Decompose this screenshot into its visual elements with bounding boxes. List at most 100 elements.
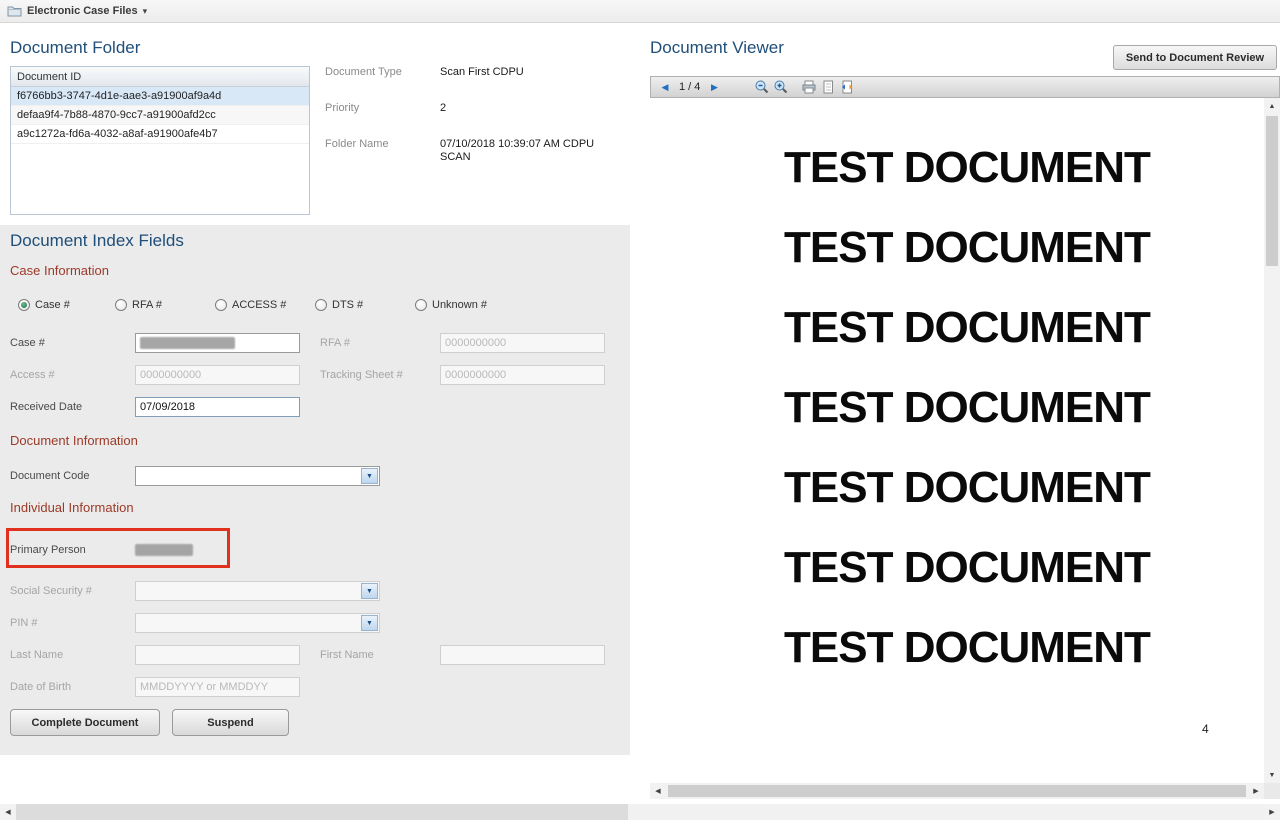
document-text-line: TEST DOCUMENT — [650, 368, 1264, 448]
complete-document-button[interactable]: Complete Document — [10, 709, 160, 736]
document-id-list: Document ID f6766bb3-3747-4d1e-aae3-a919… — [10, 66, 310, 215]
priority-label: Priority — [325, 102, 440, 115]
scroll-down-icon: ▼ — [1269, 772, 1276, 779]
document-text-line: TEST DOCUMENT — [650, 208, 1264, 288]
date-of-birth-label: Date of Birth — [10, 681, 71, 693]
previous-page-button[interactable]: ◀ — [657, 79, 673, 95]
case-number-field[interactable] — [135, 333, 300, 353]
document-text-line: TEST DOCUMENT — [650, 288, 1264, 368]
access-number-field — [135, 365, 300, 385]
next-page-icon: ▶ — [711, 83, 718, 92]
radio-icon — [215, 299, 227, 311]
redacted-primary-person-value — [135, 544, 193, 556]
case-information-title: Case Information — [10, 263, 109, 278]
priority-row: Priority 2 — [325, 102, 625, 115]
redacted-case-number-value — [140, 337, 235, 349]
single-page-view-button[interactable] — [820, 79, 836, 95]
radio-rfa-number[interactable]: RFA # — [115, 299, 162, 311]
fit-width-button[interactable] — [839, 79, 855, 95]
folder-icon — [7, 5, 22, 17]
individual-information-title: Individual Information — [10, 500, 134, 515]
page-horizontal-scrollbar[interactable]: ◀ ▶ — [0, 804, 1280, 820]
radio-selected-icon — [18, 299, 30, 311]
horizontal-scroll-thumb[interactable] — [668, 785, 1246, 797]
dropdown-button: ▼ — [361, 583, 378, 599]
suspend-button[interactable]: Suspend — [172, 709, 289, 736]
date-of-birth-field — [135, 677, 300, 697]
document-id-column-header[interactable]: Document ID — [11, 67, 309, 87]
priority-value: 2 — [440, 102, 605, 115]
last-name-field — [135, 645, 300, 665]
radio-dts-number[interactable]: DTS # — [315, 299, 363, 311]
chevron-down-icon: ▼ — [366, 588, 373, 595]
pin-dropdown: ▼ — [135, 613, 380, 633]
dropdown-button[interactable]: ▼ — [361, 468, 378, 484]
document-code-label: Document Code — [10, 470, 90, 482]
scroll-up-button[interactable]: ▲ — [1264, 98, 1280, 114]
chevron-down-icon[interactable]: ▾ — [143, 6, 148, 17]
tracking-sheet-label: Tracking Sheet # — [320, 369, 403, 381]
scroll-right-icon: ▶ — [1269, 809, 1274, 816]
radio-unknown-number[interactable]: Unknown # — [415, 299, 487, 311]
scroll-right-icon: ▶ — [1253, 788, 1258, 795]
zoom-in-icon — [773, 79, 789, 95]
zoom-in-button[interactable] — [773, 79, 789, 95]
zoom-out-button[interactable] — [754, 79, 770, 95]
document-viewer-title: Document Viewer — [650, 38, 784, 58]
radio-icon — [415, 299, 427, 311]
scroll-right-button[interactable]: ▶ — [1248, 783, 1264, 799]
document-text-line: TEST DOCUMENT — [650, 128, 1264, 208]
access-number-label: Access # — [10, 369, 55, 381]
app-menu-label[interactable]: Electronic Case Files — [27, 5, 138, 17]
tracking-sheet-field — [440, 365, 605, 385]
radio-icon — [115, 299, 127, 311]
scroll-up-icon: ▲ — [1269, 103, 1276, 110]
document-code-dropdown[interactable]: ▼ — [135, 466, 380, 486]
received-date-field[interactable] — [135, 397, 300, 417]
zoom-out-icon — [754, 79, 770, 95]
radio-case-number[interactable]: Case # — [18, 299, 70, 311]
folder-name-label: Folder Name — [325, 138, 440, 164]
last-name-label: Last Name — [10, 649, 63, 661]
app-menubar: Electronic Case Files ▾ — [0, 0, 1280, 23]
next-page-button[interactable]: ▶ — [706, 79, 722, 95]
dropdown-button: ▼ — [361, 615, 378, 631]
viewer-toolbar: ◀ 1 / 4 ▶ — [650, 76, 1280, 98]
viewer-vertical-scrollbar[interactable]: ▲ ▼ — [1264, 98, 1280, 783]
document-row[interactable]: a9c1272a-fd6a-4032-a8af-a91900afe4b7 — [11, 125, 309, 144]
document-type-row: Document Type Scan First CDPU — [325, 66, 625, 79]
previous-page-icon: ◀ — [662, 83, 669, 92]
vertical-scroll-thumb[interactable] — [1266, 116, 1278, 266]
print-button[interactable] — [801, 79, 817, 95]
scroll-right-button[interactable]: ▶ — [1264, 804, 1280, 820]
scroll-down-button[interactable]: ▼ — [1264, 767, 1280, 783]
rfa-number-label: RFA # — [320, 337, 350, 349]
page-number: 4 — [1202, 722, 1209, 736]
send-to-document-review-button[interactable]: Send to Document Review — [1113, 45, 1277, 70]
scroll-left-button[interactable]: ◀ — [0, 804, 16, 820]
radio-icon — [315, 299, 327, 311]
scrollbar-corner — [1264, 783, 1280, 799]
document-row[interactable]: defaa9f4-7b88-4870-9cc7-a91900afd2cc — [11, 106, 309, 125]
first-name-label: First Name — [320, 649, 374, 661]
folder-name-row: Folder Name 07/10/2018 10:39:07 AM CDPU … — [325, 138, 625, 164]
page-scroll-thumb[interactable] — [16, 804, 628, 820]
viewer-horizontal-scrollbar[interactable]: ◀ ▶ — [650, 783, 1264, 799]
document-information-title: Document Information — [10, 433, 138, 448]
radio-access-number[interactable]: ACCESS # — [215, 299, 286, 311]
print-icon — [801, 79, 817, 95]
scroll-left-button[interactable]: ◀ — [650, 783, 666, 799]
document-row-selected[interactable]: f6766bb3-3747-4d1e-aae3-a91900af9a4d — [11, 87, 309, 106]
document-page-view[interactable]: TEST DOCUMENT TEST DOCUMENT TEST DOCUMEN… — [650, 98, 1264, 783]
fit-width-icon — [839, 79, 855, 95]
index-fields-title: Document Index Fields — [10, 231, 184, 251]
received-date-label: Received Date — [10, 401, 82, 413]
document-text-line: TEST DOCUMENT — [650, 528, 1264, 608]
primary-person-label: Primary Person — [10, 544, 86, 556]
document-index-fields-panel: Document Index Fields Case Information C… — [0, 225, 630, 755]
social-security-dropdown: ▼ — [135, 581, 380, 601]
folder-name-value: 07/10/2018 10:39:07 AM CDPU SCAN — [440, 138, 605, 164]
case-number-type-radios: Case # RFA # ACCESS # DTS # Unknown # — [0, 299, 630, 315]
single-page-icon — [820, 79, 836, 95]
chevron-down-icon: ▼ — [366, 473, 373, 480]
